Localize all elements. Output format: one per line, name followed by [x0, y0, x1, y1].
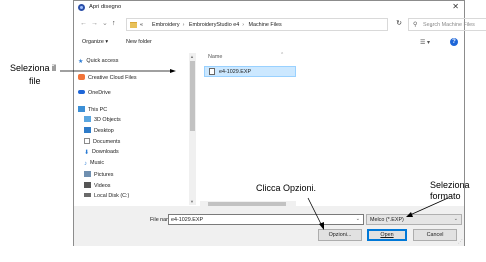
file-type-select[interactable]: Melco (*.EXP) ⌄: [366, 214, 462, 225]
back-icon[interactable]: ←: [80, 20, 87, 27]
sidebar-item-pictures[interactable]: Pictures: [84, 171, 113, 180]
new-folder-button[interactable]: New folder: [126, 39, 152, 45]
view-options-icon[interactable]: ☰ ▾: [420, 39, 430, 46]
scrollbar-thumb[interactable]: [190, 61, 195, 131]
computer-icon: [78, 106, 85, 112]
chevron-down-icon[interactable]: ⌄: [356, 216, 360, 222]
sidebar-item-music[interactable]: ♪ Music: [84, 160, 104, 169]
search-input[interactable]: ⚲ Search Machine Files: [408, 18, 486, 31]
chevron-down-icon: ⌄: [453, 216, 458, 222]
refresh-icon[interactable]: ↻: [392, 17, 406, 31]
search-icon: ⚲: [413, 22, 418, 28]
sidebar-item-label: Videos: [94, 183, 111, 189]
pictures-icon: [84, 171, 91, 177]
video-icon: [84, 182, 91, 188]
breadcrumb-embroidery[interactable]: Embroidery: [152, 22, 180, 28]
callout-select-format-line2: formato: [430, 191, 461, 201]
search-placeholder: Search Machine Files: [423, 22, 475, 28]
navigation-pane: ★ Quick access Creative Cloud Files OneDr…: [78, 53, 190, 203]
sidebar-item-label: Pictures: [94, 172, 114, 178]
sidebar-item-creative-cloud[interactable]: Creative Cloud Files: [78, 74, 137, 83]
sidebar-item-label: Desktop: [94, 128, 114, 134]
callout-click-options: Clicca Opzioni.: [256, 183, 317, 193]
callout-select-file-line1: Seleziona il: [10, 63, 57, 73]
resize-grip-icon[interactable]: ⋰: [458, 239, 463, 245]
breadcrumb-embroiderystudio[interactable]: EmbroideryStudio e4: [189, 22, 239, 28]
breadcrumb-machine-files[interactable]: Machine Files: [249, 22, 282, 28]
help-icon[interactable]: ?: [450, 38, 458, 46]
star-icon: ★: [78, 59, 84, 65]
download-icon: ⬇: [84, 150, 90, 156]
organize-button[interactable]: Organize ▾: [82, 39, 108, 45]
cancel-button[interactable]: Cancel: [413, 229, 457, 241]
callout-select-format-line1: Seleziona: [430, 180, 470, 190]
command-bar: Organize ▾ New folder ☰ ▾ ?: [74, 36, 464, 50]
cloud-icon: [78, 90, 85, 94]
sidebar-item-videos[interactable]: Videos: [84, 182, 110, 191]
sidebar-item-onedrive[interactable]: OneDrive: [78, 90, 111, 99]
navigation-bar: ← → ⌄ ↑ « Embroidery › EmbroideryStudio e…: [74, 16, 486, 33]
sidebar-item-label: Documents: [93, 139, 121, 145]
open-button[interactable]: Open: [367, 229, 407, 241]
scroll-down-icon[interactable]: ▼: [190, 199, 194, 204]
address-bar[interactable]: « Embroidery › EmbroideryStudio e4 › Machi…: [126, 18, 433, 31]
callout-select-file-line2: file: [29, 76, 41, 86]
disk-icon: [84, 193, 91, 197]
sidebar-item-local-disk[interactable]: Local Disk (C:): [84, 193, 129, 202]
desktop-icon: [84, 127, 91, 133]
sidebar-item-label: OneDrive: [88, 90, 111, 96]
dialog-title: Apri disegno: [89, 4, 122, 10]
creative-cloud-icon: [78, 74, 85, 80]
music-icon: ♪: [84, 161, 87, 167]
sidebar-item-label: Downloads: [92, 149, 119, 155]
file-type-value: Melco (*.EXP): [370, 217, 404, 223]
sidebar-item-this-pc[interactable]: This PC: [78, 106, 107, 115]
sidebar-item-quick-access[interactable]: ★ Quick access: [78, 58, 118, 67]
app-logo-icon: [78, 4, 85, 11]
sidebar-item-label: 3D Objects: [94, 117, 121, 123]
open-file-dialog: Apri disegno ✕ ← → ⌄ ↑ « Embroidery › Emb…: [73, 0, 486, 246]
column-header-name[interactable]: Name: [208, 54, 222, 60]
breadcrumb: « Embroidery › EmbroideryStudio e4 › Machi…: [140, 22, 282, 28]
recent-locations-icon[interactable]: ⌄: [102, 19, 108, 27]
file-name-field[interactable]: e4-1029.EXP ⌄: [168, 214, 364, 225]
title-bar: Apri disegno ✕: [74, 1, 464, 15]
file-name: e4-1029.EXP: [219, 69, 252, 75]
sidebar-item-downloads[interactable]: ⬇ Downloads: [84, 149, 119, 158]
folder-icon: [130, 22, 137, 28]
sidebar-item-desktop[interactable]: Desktop: [84, 127, 114, 136]
sidebar-item-3d-objects[interactable]: 3D Objects: [84, 116, 121, 125]
navigation-pane-scrollbar[interactable]: ▲ ▼: [189, 53, 196, 205]
close-icon[interactable]: ✕: [452, 2, 459, 11]
file-name-value: e4-1029.EXP: [171, 217, 204, 223]
sidebar-item-label: Local Disk (C:): [94, 193, 130, 199]
options-button[interactable]: Opzioni...: [318, 229, 362, 241]
sidebar-item-label: Music: [90, 160, 105, 166]
forward-icon[interactable]: →: [91, 20, 98, 27]
sidebar-item-label: Creative Cloud Files: [88, 75, 137, 81]
file-icon: [209, 68, 215, 75]
up-icon[interactable]: ↑: [112, 20, 116, 27]
sidebar-item-documents[interactable]: Documents: [84, 138, 120, 147]
sidebar-item-label: This PC: [88, 107, 108, 113]
document-icon: [84, 138, 90, 144]
sort-ascending-icon: ⌃: [280, 52, 285, 58]
scroll-up-icon[interactable]: ▲: [190, 54, 194, 59]
cube-icon: [84, 116, 91, 122]
open-button-label: Open: [380, 232, 394, 238]
dialog-footer: File name: e4-1029.EXP ⌄ Melco (*.EXP) ⌄…: [74, 206, 464, 246]
file-list: Name ⌃ e4-1029.EXP: [200, 52, 462, 207]
sidebar-item-label: Quick access: [86, 58, 119, 64]
breadcrumb-overflow[interactable]: «: [140, 22, 143, 28]
file-row-selected[interactable]: e4-1029.EXP: [204, 66, 296, 77]
